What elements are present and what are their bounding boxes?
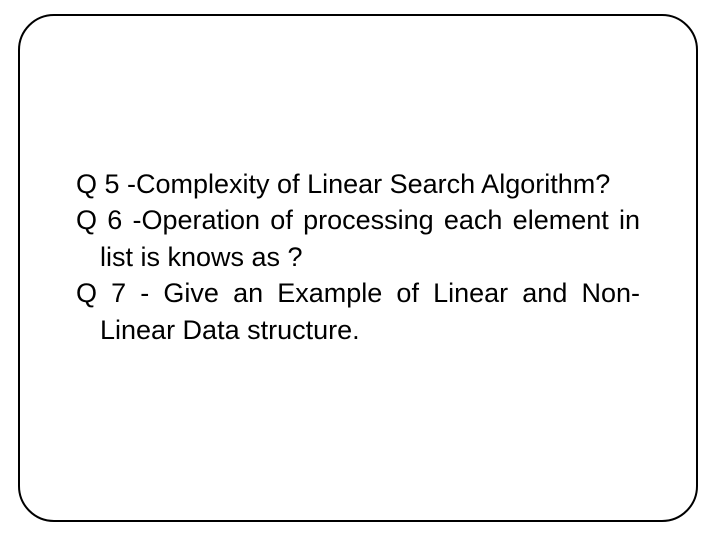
question-6: Q 6 -Operation of processing each elemen… <box>76 202 640 275</box>
question-block: Q 5 -Complexity of Linear Search Algorit… <box>76 166 640 348</box>
question-7: Q 7 - Give an Example of Linear and Non-… <box>76 275 640 348</box>
question-5: Q 5 -Complexity of Linear Search Algorit… <box>76 166 640 202</box>
slide-card: Q 5 -Complexity of Linear Search Algorit… <box>18 14 698 522</box>
